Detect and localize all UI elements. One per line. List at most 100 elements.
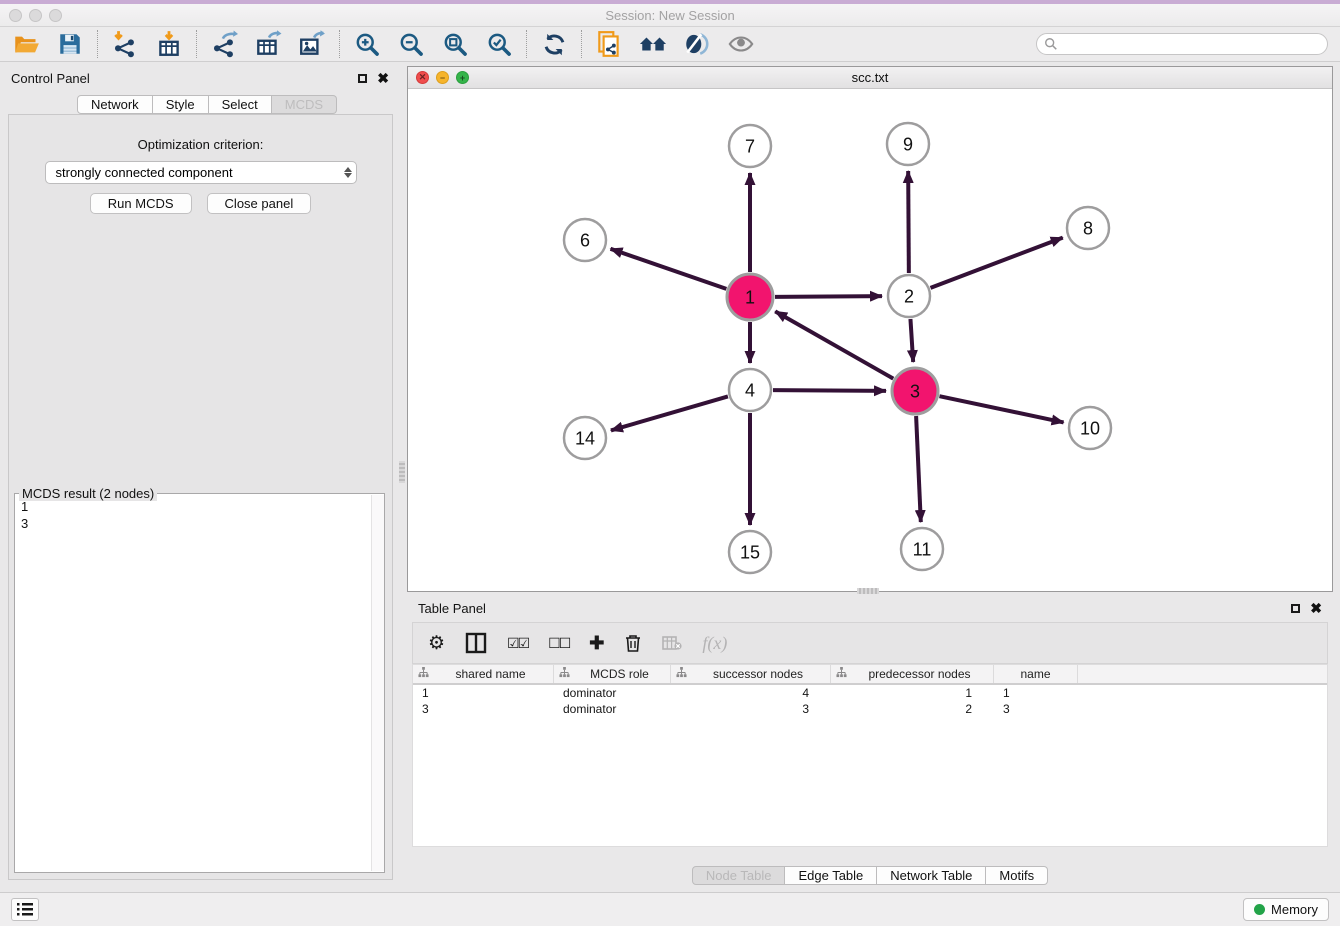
open-session-icon[interactable]: [12, 30, 40, 58]
edge-4-14[interactable]: [611, 396, 728, 430]
close-panel-button[interactable]: ✖: [377, 73, 389, 83]
tab-network[interactable]: Network: [77, 95, 153, 114]
add-column-icon[interactable]: ✚: [589, 633, 604, 654]
show-columns-icon[interactable]: [465, 632, 487, 654]
graphics-details-icon[interactable]: [683, 30, 711, 58]
column-header-successor-nodes[interactable]: successor nodes: [671, 665, 831, 683]
column-header-MCDS-role[interactable]: MCDS role: [554, 665, 671, 683]
table-cell[interactable]: dominator: [554, 702, 671, 716]
graph-node-6[interactable]: 6: [564, 219, 606, 261]
graph-node-9[interactable]: 9: [887, 123, 929, 165]
delete-column-icon[interactable]: [624, 633, 642, 653]
tab-node-table[interactable]: Node Table: [692, 866, 786, 885]
graph-node-10[interactable]: 10: [1069, 407, 1111, 449]
column-header-shared-name[interactable]: shared name: [413, 665, 554, 683]
svg-text:14: 14: [575, 428, 595, 448]
column-header-predecessor-nodes[interactable]: predecessor nodes: [831, 665, 994, 683]
svg-text:1: 1: [745, 287, 755, 307]
table-panel: Table Panel ✖ ⚙ ☑☑ ☐☐ ✚ f(x) shared name…: [407, 596, 1333, 886]
table-cell[interactable]: 1: [994, 686, 1078, 700]
tab-select[interactable]: Select: [209, 95, 272, 114]
table-cell[interactable]: 2: [831, 702, 994, 716]
graph-node-7[interactable]: 7: [729, 125, 771, 167]
criterion-select[interactable]: strongly connected component: [45, 161, 357, 184]
function-builder-icon: f(x): [702, 633, 727, 654]
table-row[interactable]: 3dominator323: [413, 701, 1327, 717]
zoom-out-icon[interactable]: [397, 30, 425, 58]
list-icon: [17, 903, 33, 916]
run-mcds-button[interactable]: Run MCDS: [90, 193, 192, 214]
edge-3-11[interactable]: [916, 416, 921, 522]
edge-1-6[interactable]: [611, 249, 727, 289]
table-cell[interactable]: 3: [994, 702, 1078, 716]
zoom-in-icon[interactable]: [353, 30, 381, 58]
import-table-icon[interactable]: [155, 30, 183, 58]
task-history-button[interactable]: [11, 898, 39, 921]
table-cell[interactable]: dominator: [554, 686, 671, 700]
export-image-icon[interactable]: [298, 30, 326, 58]
edge-2-9[interactable]: [908, 171, 909, 273]
clone-network-icon[interactable]: [595, 30, 623, 58]
edge-4-3[interactable]: [773, 390, 886, 391]
horizontal-splitter-grip[interactable]: [857, 588, 879, 594]
graph-node-14[interactable]: 14: [564, 417, 606, 459]
table-settings-icon[interactable]: ⚙: [428, 632, 445, 655]
edge-3-1[interactable]: [775, 311, 893, 378]
tab-motifs[interactable]: Motifs: [986, 866, 1048, 885]
home-icon[interactable]: [639, 30, 667, 58]
zoom-selected-icon[interactable]: [485, 30, 513, 58]
tab-mcds[interactable]: MCDS: [272, 95, 337, 114]
network-graph-canvas[interactable]: 7 9 6 8 1 2 4 3 14 10 15 11: [408, 89, 1332, 591]
table-toolbar: ⚙ ☑☑ ☐☐ ✚ f(x): [412, 622, 1328, 664]
network-window-title: scc.txt: [408, 70, 1332, 85]
edge-3-10[interactable]: [939, 396, 1063, 422]
control-panel: Control Panel ✖ NetworkStyleSelectMCDS O…: [0, 66, 400, 884]
unselect-all-columns-icon[interactable]: ☐☐: [548, 635, 569, 652]
eye-icon[interactable]: [727, 30, 755, 58]
export-table-icon[interactable]: [254, 30, 282, 58]
svg-text:11: 11: [913, 539, 932, 559]
search-input[interactable]: [1058, 37, 1320, 51]
import-network-icon[interactable]: [111, 30, 139, 58]
select-all-columns-icon[interactable]: ☑☑: [507, 635, 528, 652]
edge-2-8[interactable]: [931, 238, 1063, 288]
close-panel-button-mcds[interactable]: Close panel: [207, 193, 312, 214]
svg-text:8: 8: [1083, 218, 1093, 238]
graph-node-3[interactable]: 3: [892, 368, 938, 414]
graph-node-2[interactable]: 2: [888, 275, 930, 317]
tab-style[interactable]: Style: [153, 95, 209, 114]
table-cell[interactable]: 1: [413, 686, 554, 700]
memory-button[interactable]: Memory: [1243, 898, 1329, 921]
mcds-result-text[interactable]: 1 3: [15, 496, 370, 872]
column-header-name[interactable]: name: [994, 665, 1078, 683]
table-cell[interactable]: 4: [671, 686, 831, 700]
graph-node-15[interactable]: 15: [729, 531, 771, 573]
table-body: 1dominator4113dominator323: [413, 685, 1327, 717]
export-network-icon[interactable]: [210, 30, 238, 58]
refresh-view-icon[interactable]: [540, 30, 568, 58]
graph-node-8[interactable]: 8: [1067, 207, 1109, 249]
graph-node-4[interactable]: 4: [729, 369, 771, 411]
table-cell[interactable]: 3: [671, 702, 831, 716]
graph-node-11[interactable]: 11: [901, 528, 943, 570]
table-header-row: shared nameMCDS rolesuccessor nodesprede…: [413, 665, 1327, 685]
table-cell[interactable]: 1: [831, 686, 994, 700]
zoom-fit-icon[interactable]: [441, 30, 469, 58]
close-table-panel-button[interactable]: ✖: [1310, 603, 1322, 613]
float-panel-button[interactable]: [358, 74, 367, 83]
edge-2-3[interactable]: [910, 319, 913, 362]
delete-table-icon: [662, 635, 682, 651]
network-view-window: ✕ − + scc.txt 7968124314101511: [407, 66, 1333, 592]
tab-edge-table[interactable]: Edge Table: [785, 866, 877, 885]
tab-network-table[interactable]: Network Table: [877, 866, 986, 885]
table-cell[interactable]: 3: [413, 702, 554, 716]
svg-text:9: 9: [903, 134, 913, 154]
float-table-panel-button[interactable]: [1291, 604, 1300, 613]
table-row[interactable]: 1dominator411: [413, 685, 1327, 701]
edge-1-2[interactable]: [775, 296, 882, 297]
vertical-splitter-grip[interactable]: [399, 461, 405, 483]
save-session-icon[interactable]: [56, 30, 84, 58]
mcds-result-box: MCDS result (2 nodes) 1 3: [14, 493, 385, 873]
graph-node-1[interactable]: 1: [727, 274, 773, 320]
result-scrollbar[interactable]: [371, 495, 384, 871]
